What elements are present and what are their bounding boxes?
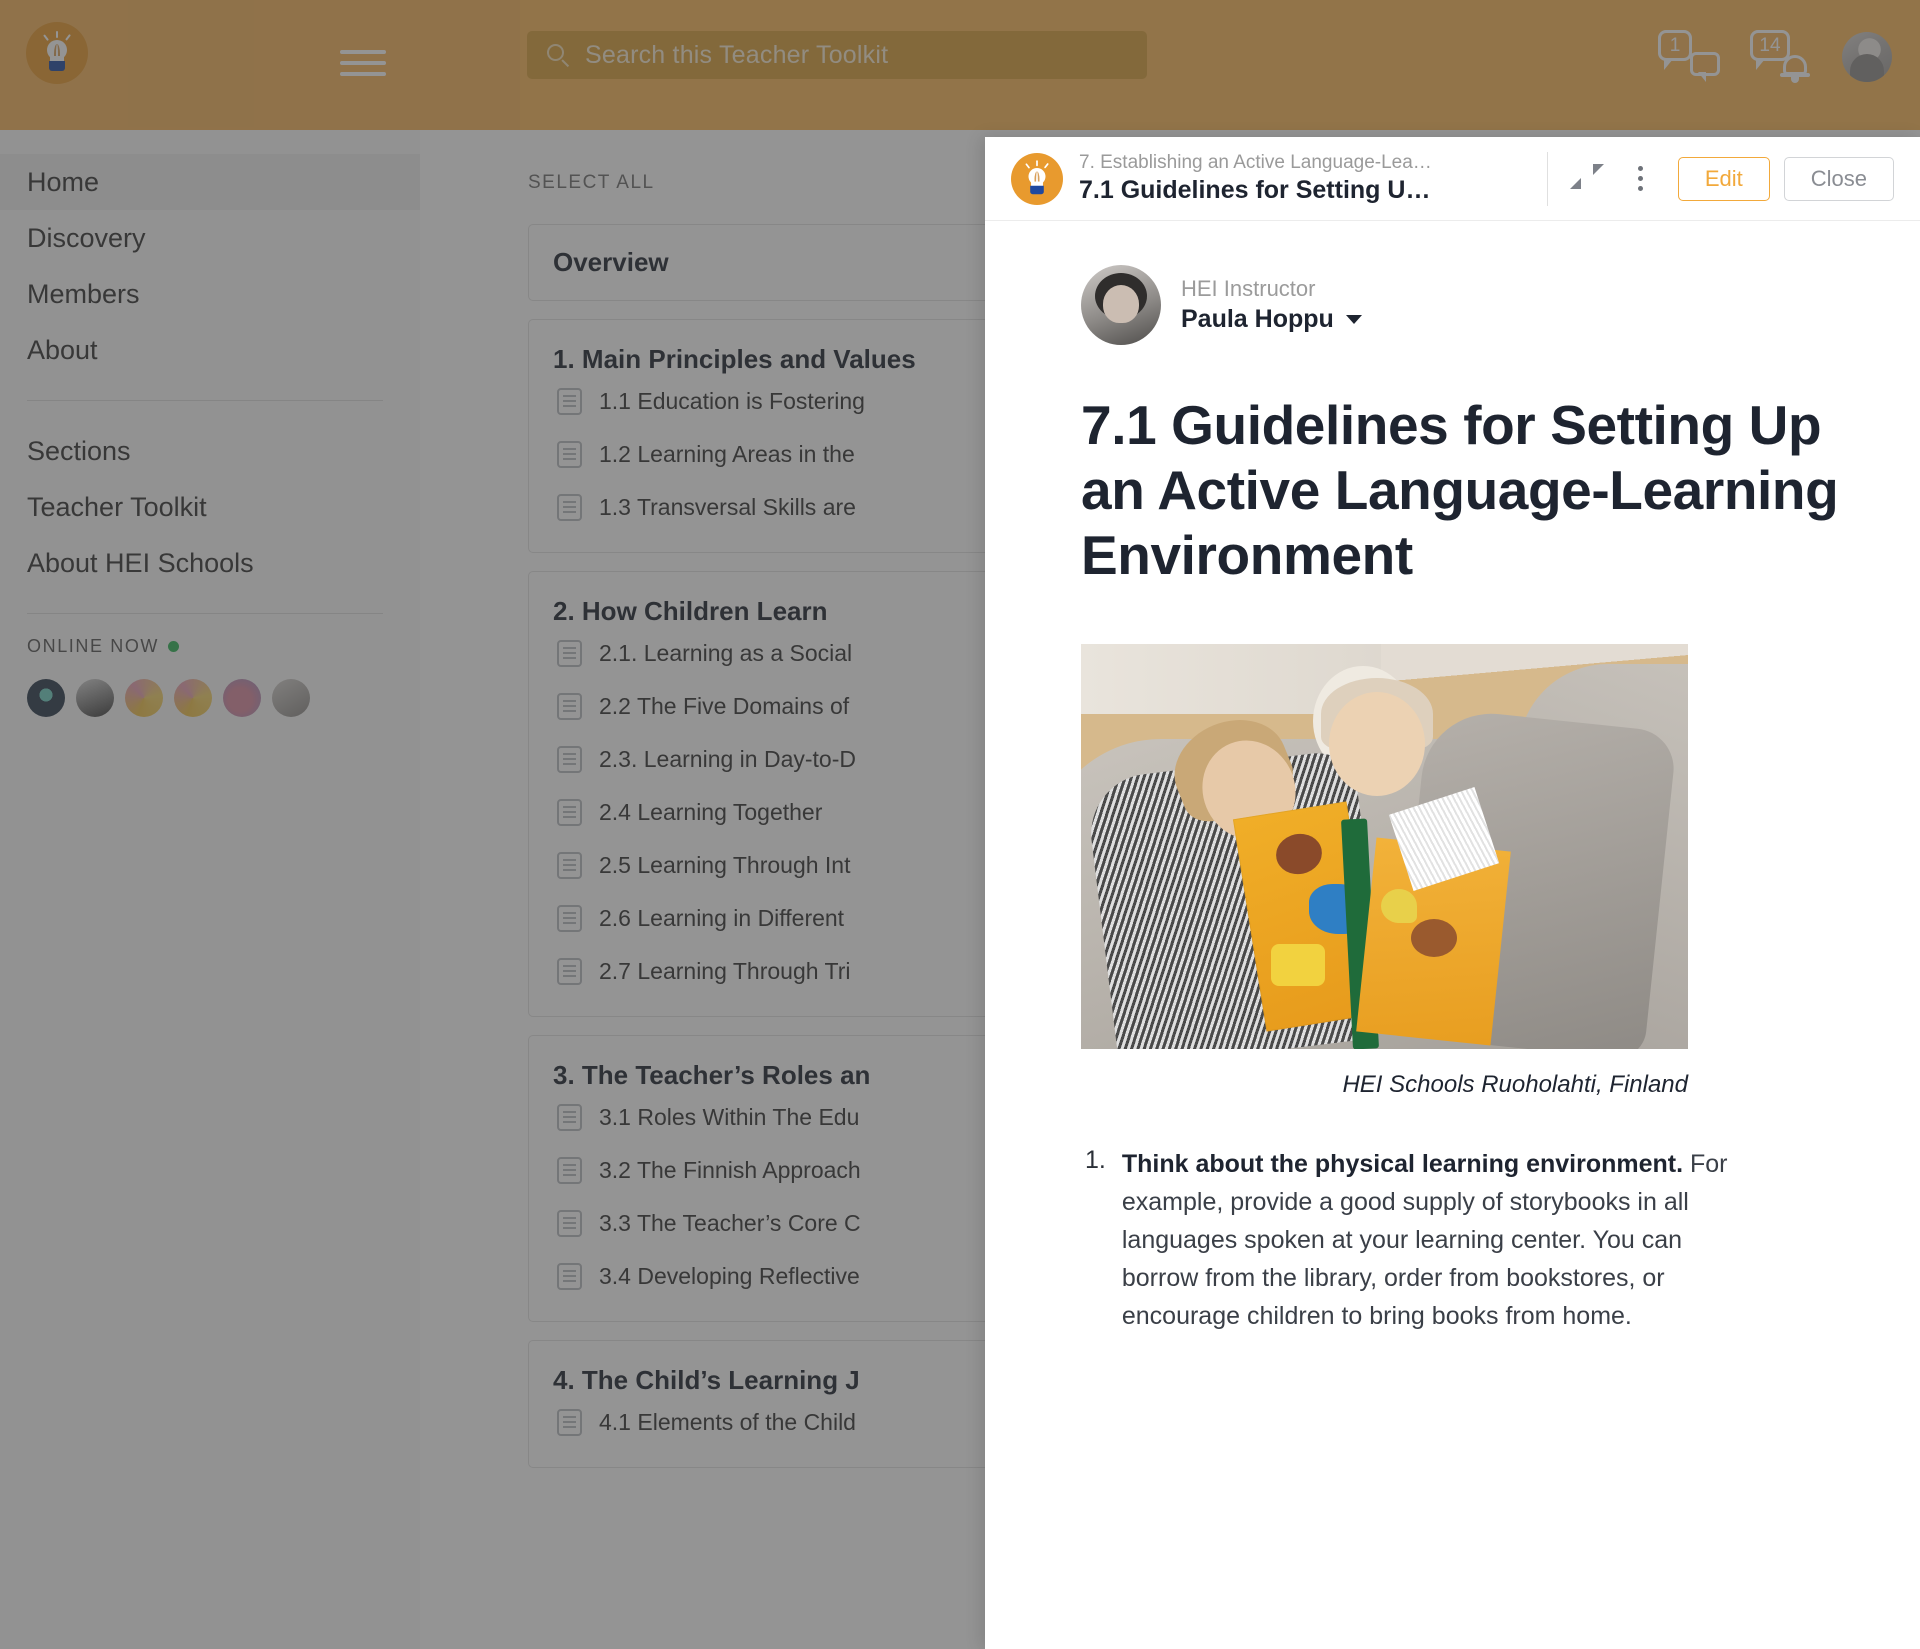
chevron-down-icon[interactable] — [1345, 315, 1362, 324]
article-modal: 7. Establishing an Active Language-Lea… … — [985, 137, 1920, 1649]
avatar[interactable] — [1081, 265, 1161, 345]
image-caption: HEI Schools Ruoholahti, Finland — [1342, 1070, 1688, 1098]
modal-title-block: 7. Establishing an Active Language-Lea… … — [1079, 152, 1541, 205]
app-root: Search this Teacher Toolkit 1 14 — [0, 0, 1920, 1649]
bulb-glyph — [1023, 159, 1052, 196]
article-image — [1081, 643, 1688, 1049]
modal-body: HEI Instructor Paula Hoppu 7.1 Guideline… — [985, 221, 1920, 1649]
page-title: 7.1 Guidelines for Setting U… — [1079, 176, 1431, 204]
author-role: HEI Instructor — [1181, 276, 1316, 301]
kebab-menu-icon[interactable] — [1626, 162, 1656, 196]
close-button[interactable]: Close — [1783, 156, 1894, 201]
breadcrumb[interactable]: 7. Establishing an Active Language-Lea… — [1079, 152, 1479, 174]
article-title: 7.1 Guidelines for Setting Up an Active … — [1081, 394, 1839, 586]
author-text: HEI Instructor Paula Hoppu — [1181, 276, 1362, 334]
expand-collapse-icon[interactable] — [1569, 162, 1604, 196]
edit-button[interactable]: Edit — [1677, 156, 1770, 201]
list-item-lead: Think about the physical learning enviro… — [1121, 1149, 1684, 1178]
list-item-text: Think about the physical learning enviro… — [1122, 1145, 1762, 1335]
author-name: Paula Hoppu — [1181, 305, 1334, 333]
list-item-number: 1. — [1085, 1145, 1106, 1174]
header-divider — [1546, 151, 1548, 206]
modal-header: 7. Establishing an Active Language-Lea… … — [985, 137, 1920, 221]
article-body-list: 1. Think about the physical learning env… — [1081, 1145, 1864, 1335]
lightbulb-logo-icon — [1011, 152, 1063, 205]
author-name-row[interactable]: Paula Hoppu — [1181, 305, 1362, 334]
author-block[interactable]: HEI Instructor Paula Hoppu — [1081, 265, 1864, 345]
list-item: 1. Think about the physical learning env… — [1085, 1145, 1864, 1335]
